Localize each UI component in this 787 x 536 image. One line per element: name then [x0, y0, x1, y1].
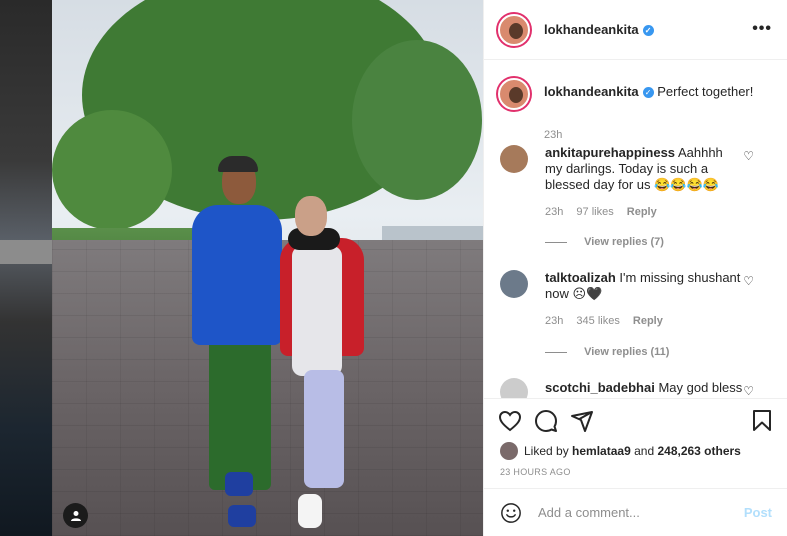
post-actions-bar: [484, 398, 787, 442]
share-icon[interactable]: [570, 409, 594, 433]
commenter-avatar[interactable]: [500, 270, 528, 298]
background-band: [0, 240, 52, 264]
post-comment-button[interactable]: Post: [744, 505, 772, 520]
man-figure-pants: [209, 340, 271, 490]
liker-username[interactable]: hemlataa9: [572, 444, 631, 458]
comments-list[interactable]: lokhandeankita ✓ Perfect together! 23h an…: [484, 61, 787, 398]
woman-figure-head: [295, 196, 327, 236]
comment-time[interactable]: 23h: [545, 206, 563, 218]
man-figure-shoe: [228, 505, 256, 527]
comment-like-heart-icon[interactable]: ♡: [743, 149, 754, 163]
tagged-users-button[interactable]: [63, 503, 88, 528]
caption-username[interactable]: lokhandeankita: [544, 84, 639, 99]
comment-likes[interactable]: 97 likes: [576, 206, 613, 218]
person-icon: [70, 510, 81, 521]
instagram-post-modal: lokhandeankita ✓ ••• lokhandeankita ✓ Perf…: [0, 0, 787, 536]
author-username-text[interactable]: lokhandeankita: [544, 22, 639, 37]
heart-icon[interactable]: [498, 409, 522, 433]
commenter-username[interactable]: ankitapurehappiness: [545, 145, 675, 160]
reply-button[interactable]: Reply: [627, 206, 657, 218]
photo-tree-branch: [352, 40, 482, 200]
commenter-avatar[interactable]: [500, 378, 528, 398]
man-figure-shirt: [192, 205, 282, 345]
post-header: lokhandeankita ✓ •••: [484, 0, 787, 60]
verified-badge-icon: ✓: [642, 87, 654, 99]
comment-like-heart-icon[interactable]: ♡: [743, 384, 754, 398]
comment-body: May god bless: [658, 380, 743, 395]
comment-text: talktoalizah I'm missing shushant now ☹🖤: [545, 270, 743, 302]
likes-and: and: [634, 444, 655, 458]
author-avatar[interactable]: [498, 13, 530, 46]
commenter-avatar[interactable]: [500, 145, 528, 173]
caption-body: Perfect together!: [657, 84, 754, 99]
woman-figure-pants: [304, 370, 344, 488]
add-comment-input[interactable]: [538, 505, 728, 520]
commenter-username[interactable]: talktoalizah: [545, 270, 616, 285]
comment-time[interactable]: 23h: [545, 315, 563, 327]
man-figure-cap: [218, 156, 258, 172]
view-replies-button[interactable]: View replies (11): [545, 346, 669, 358]
man-figure-shoe: [225, 472, 253, 496]
author-username[interactable]: lokhandeankita ✓: [544, 22, 654, 37]
woman-figure-shoe: [298, 494, 322, 528]
photo-tree-branch: [52, 110, 172, 230]
comment-text: scotchi_badebhai May god bless: [545, 380, 743, 396]
reply-button[interactable]: Reply: [633, 315, 663, 327]
caption-author-avatar[interactable]: [498, 78, 530, 110]
view-replies-label[interactable]: View replies (7): [584, 236, 664, 248]
likes-prefix: Liked by: [524, 444, 569, 458]
comment-icon[interactable]: [534, 409, 558, 433]
bookmark-icon[interactable]: [750, 409, 774, 433]
post-side-panel: lokhandeankita ✓ ••• lokhandeankita ✓ Perf…: [483, 0, 787, 536]
caption-text: lokhandeankita ✓ Perfect together!: [544, 84, 753, 99]
comment-likes[interactable]: 345 likes: [576, 315, 619, 327]
view-replies-label[interactable]: View replies (11): [584, 346, 669, 358]
likes-summary: Liked by hemlataa9 and 248,263 others: [500, 442, 741, 460]
likes-others-count[interactable]: 248,263 others: [657, 444, 740, 458]
comment-meta: 23h 97 likes Reply: [545, 206, 667, 218]
post-photo[interactable]: [52, 0, 483, 536]
view-replies-button[interactable]: View replies (7): [545, 236, 664, 248]
comment-text: ankitapurehappiness Aahhhh my darlings. …: [545, 145, 743, 193]
emoji-icon[interactable]: [500, 502, 522, 524]
post-timestamp[interactable]: 23 HOURS AGO: [500, 467, 571, 477]
comment-like-heart-icon[interactable]: ♡: [743, 274, 754, 288]
more-options-icon[interactable]: •••: [752, 20, 772, 38]
comment-meta: 23h 345 likes Reply: [545, 315, 673, 327]
verified-badge-icon: ✓: [642, 25, 654, 37]
liker-avatar[interactable]: [500, 442, 518, 460]
caption-time[interactable]: 23h: [544, 129, 562, 141]
add-comment-bar: Post: [484, 488, 787, 536]
background-feed: [0, 0, 52, 536]
woman-figure-top: [292, 246, 342, 376]
commenter-username[interactable]: scotchi_badebhai: [545, 380, 655, 395]
